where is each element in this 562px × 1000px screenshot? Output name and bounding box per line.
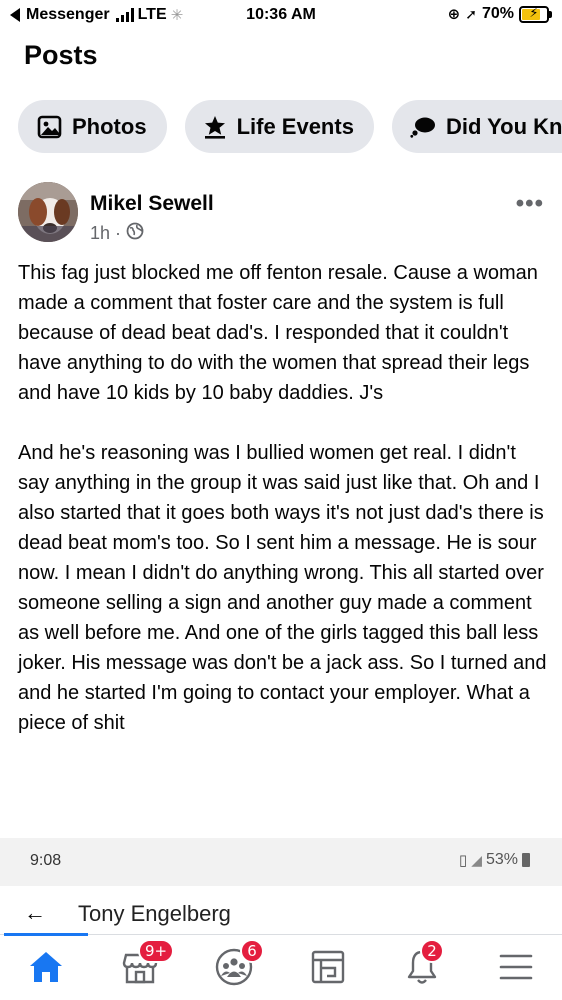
globe-icon <box>126 222 144 245</box>
home-icon <box>27 949 65 990</box>
meta-separator: · <box>115 223 122 243</box>
tab-marketplace[interactable]: 9+ <box>116 939 175 993</box>
tab-feeds[interactable] <box>304 945 352 993</box>
did-you-know-chip[interactable]: Did You Kno <box>391 100 562 153</box>
post-time[interactable]: 1h <box>90 223 110 244</box>
tab-home[interactable] <box>22 945 70 993</box>
tab-menu[interactable] <box>492 945 540 993</box>
embedded-screenshot-status: 9:08 ▯ ◢ 53% <box>0 838 562 886</box>
contact-name: Tony Engelberg <box>78 901 231 926</box>
location-icon: ➚ <box>465 5 477 22</box>
embedded-time: 9:08 <box>30 852 62 869</box>
cell-signal-icon: ◢ <box>471 851 482 868</box>
post-paragraph: And he's reasoning was I bullied women g… <box>18 442 547 734</box>
post-paragraph: This fag just blocked me off fenton resa… <box>18 262 538 404</box>
vibrate-icon: ▯ <box>458 852 468 869</box>
groups-badge: 6 <box>240 939 264 963</box>
tab-notifications[interactable]: 2 <box>398 939 446 993</box>
page-title: Posts <box>24 40 98 70</box>
did-you-know-icon <box>410 116 436 138</box>
active-tab-indicator <box>4 933 88 936</box>
life-events-chip-label: Life Events <box>236 113 354 139</box>
life-events-chip[interactable]: Life Events <box>184 100 374 153</box>
marketplace-badge: 9+ <box>138 939 175 963</box>
status-right: ⊕ ➚ 70% ⚡ <box>448 5 552 23</box>
embedded-status-right: ▯ ◢ 53% <box>459 851 530 869</box>
photos-chip[interactable]: Photos <box>18 100 167 153</box>
life-events-icon <box>203 115 227 139</box>
photos-chip-label: Photos <box>72 113 147 139</box>
battery-icon: ⚡ <box>519 5 549 23</box>
author-avatar[interactable] <box>18 182 78 242</box>
battery-percent: 70% <box>481 5 514 22</box>
embedded-conversation-header: ← Tony Engelberg <box>0 886 562 936</box>
post-meta: 1h · <box>90 222 144 245</box>
menu-icon <box>499 952 533 987</box>
feeds-icon <box>310 949 346 990</box>
embedded-battery: 53% <box>485 851 518 868</box>
embedded-battery-icon <box>522 853 530 867</box>
rotation-lock-icon: ⊕ <box>447 6 461 23</box>
chip-row: Photos Life Events Did You Kno <box>0 90 562 165</box>
more-options-button[interactable]: ••• <box>516 190 544 218</box>
back-arrow-icon: ← <box>24 900 46 925</box>
notifications-badge: 2 <box>420 939 444 963</box>
photos-icon <box>36 115 62 139</box>
post-body: This fag just blocked me off fenton resa… <box>18 258 548 768</box>
did-you-know-chip-label: Did You Kno <box>445 113 562 139</box>
status-bar: Messenger LTE ✳ 10:36 AM ⊕ ➚ 70% ⚡ <box>0 0 562 30</box>
bottom-tab-bar: 9+ 6 2 <box>0 933 562 1000</box>
author-name[interactable]: Mikel Sewell <box>90 192 214 216</box>
tab-groups[interactable]: 6 <box>210 939 264 993</box>
